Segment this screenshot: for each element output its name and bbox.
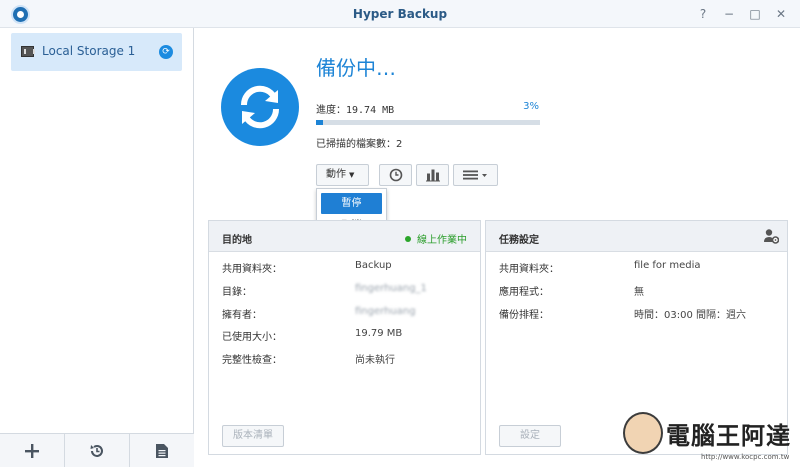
scanned-label: 已掃描的檔案數：	[316, 139, 396, 150]
action-button-label: 動作	[326, 169, 346, 180]
sidebar-footer	[0, 433, 194, 467]
statistics-button[interactable]	[416, 164, 449, 186]
progress-bar	[316, 120, 540, 125]
watermark-url: http://www.kocpc.com.tw	[701, 453, 790, 461]
destination-value-integrity-check: 尚未執行	[355, 355, 395, 366]
destination-key-integrity-check: 完整性檢查：	[222, 355, 282, 366]
add-task-button[interactable]	[0, 434, 65, 467]
progress-bar-fill	[316, 120, 323, 125]
destination-value-owner: fingerhuang	[355, 306, 416, 317]
minimize-button[interactable]: −	[720, 5, 738, 23]
task-value-application: 無	[634, 287, 644, 298]
destination-key-used-size: 已使用大小：	[222, 332, 282, 343]
destination-key-shared-folder: 共用資料夾：	[222, 264, 282, 275]
list-menu-icon	[462, 170, 487, 180]
help-button[interactable]: ?	[694, 5, 712, 23]
maximize-button[interactable]: □	[746, 5, 764, 23]
storage-icon	[21, 46, 35, 57]
destination-panel: 目的地 線上作業中 共用資料夾： Backup 目錄： fingerhuang_…	[208, 220, 481, 455]
progress-percent: 3%	[523, 101, 539, 112]
task-key-backup-schedule: 備份排程：	[499, 310, 549, 321]
sync-icon: ⟳	[159, 45, 173, 59]
scanned-value: 2	[396, 139, 403, 150]
task-key-shared-folder: 共用資料夾：	[499, 264, 559, 275]
user-settings-icon[interactable]	[764, 228, 780, 247]
main-content: 備份中… 進度：19.74 MB 3% 已掃描的檔案數：2 動作 ▼ 暫停 目的…	[195, 28, 800, 467]
scanned-files: 已掃描的檔案數：2	[316, 135, 402, 150]
watermark-mascot-logo	[623, 412, 663, 454]
bar-chart-icon	[425, 169, 440, 182]
task-settings-panel-header: 任務設定	[486, 221, 787, 252]
backup-in-progress-icon	[221, 68, 299, 146]
progress-label: 進度：19.74 MB	[316, 101, 394, 116]
task-key-application: 應用程式：	[499, 287, 549, 298]
restore-history-icon	[90, 444, 103, 457]
task-value-backup-schedule: 時間：03:00 間隔：週六	[634, 310, 746, 321]
window-title: Hyper Backup	[352, 7, 448, 21]
sidebar-item-local-storage-1[interactable]: Local Storage 1 ⟳	[11, 33, 182, 71]
version-list-button[interactable]: 版本清單	[222, 425, 284, 447]
online-status: 線上作業中	[405, 231, 467, 246]
sidebar-item-label: Local Storage 1	[42, 44, 136, 58]
destination-value-used-size: 19.79 MB	[355, 328, 403, 339]
plus-icon	[25, 443, 39, 458]
destination-key-directory: 目錄：	[222, 287, 252, 298]
destination-panel-title: 目的地	[222, 235, 252, 246]
watermark-text: 電腦王阿達	[666, 421, 791, 450]
sidebar: Local Storage 1 ⟳	[0, 28, 194, 467]
status-dot-icon	[405, 236, 411, 242]
task-value-shared-folder: file for media	[634, 260, 701, 271]
destination-value-shared-folder: Backup	[355, 260, 392, 271]
log-document-icon	[156, 443, 168, 458]
online-status-text: 線上作業中	[417, 235, 467, 246]
progress-value: 19.74 MB	[346, 105, 395, 116]
task-settings-panel-title: 任務設定	[499, 235, 539, 246]
restore-button[interactable]	[65, 434, 130, 467]
action-button[interactable]: 動作 ▼	[316, 164, 369, 186]
destination-key-owner: 擁有者：	[222, 310, 262, 321]
destination-value-directory: fingerhuang_1	[355, 283, 427, 294]
progress-label-text: 進度：	[316, 105, 346, 116]
settings-button[interactable]: 設定	[499, 425, 561, 447]
menu-item-pause[interactable]: 暫停	[321, 193, 382, 214]
schedule-button[interactable]	[379, 164, 412, 186]
close-button[interactable]: ✕	[772, 5, 790, 23]
status-title: 備份中…	[316, 56, 396, 80]
caret-down-icon: ▼	[349, 171, 355, 179]
title-bar: Hyper Backup ? − □ ✕	[0, 0, 800, 28]
destination-panel-header: 目的地 線上作業中	[209, 221, 480, 252]
clock-icon	[389, 168, 402, 182]
log-button[interactable]	[130, 434, 194, 467]
more-menu-button[interactable]	[453, 164, 498, 186]
